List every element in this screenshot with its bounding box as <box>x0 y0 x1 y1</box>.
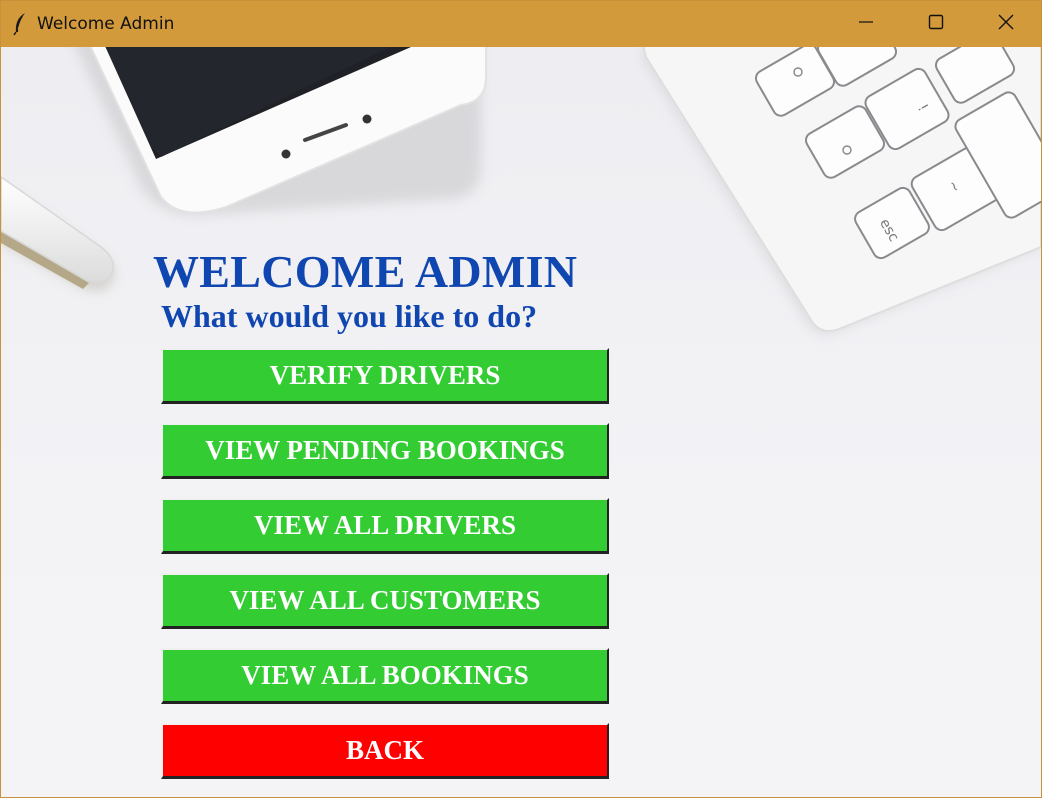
maximize-button[interactable] <box>901 1 971 47</box>
phone-illustration <box>75 47 487 216</box>
keyboard-illustration: esc ~ ! <box>641 47 1041 335</box>
welcome-subtitle: What would you like to do? <box>161 298 538 334</box>
minimize-button[interactable] <box>831 1 901 47</box>
welcome-title: WELCOME ADMIN <box>153 246 578 297</box>
view-all-customers-button[interactable]: VIEW ALL CUSTOMERS <box>161 573 609 629</box>
pen-illustration <box>1 176 115 291</box>
back-button[interactable]: BACK <box>161 723 609 779</box>
title-bar[interactable]: Welcome Admin <box>1 1 1041 47</box>
close-icon <box>998 14 1014 35</box>
minimize-icon <box>858 14 874 35</box>
feather-icon <box>7 11 33 37</box>
view-all-drivers-button[interactable]: VIEW ALL DRIVERS <box>161 498 609 554</box>
maximize-icon <box>928 14 944 35</box>
view-all-bookings-button[interactable]: VIEW ALL BOOKINGS <box>161 648 609 704</box>
close-button[interactable] <box>971 1 1041 47</box>
main-content: esc ~ ! WELCOME ADMIN What would you lik… <box>1 47 1041 797</box>
view-pending-bookings-button[interactable]: VIEW PENDING BOOKINGS <box>161 423 609 479</box>
window-controls <box>831 1 1041 47</box>
verify-drivers-button[interactable]: VERIFY DRIVERS <box>161 348 609 404</box>
app-window: Welcome Admin esc ~ ! WELCOME ADMIN What… <box>0 0 1042 798</box>
window-title: Welcome Admin <box>37 14 175 34</box>
